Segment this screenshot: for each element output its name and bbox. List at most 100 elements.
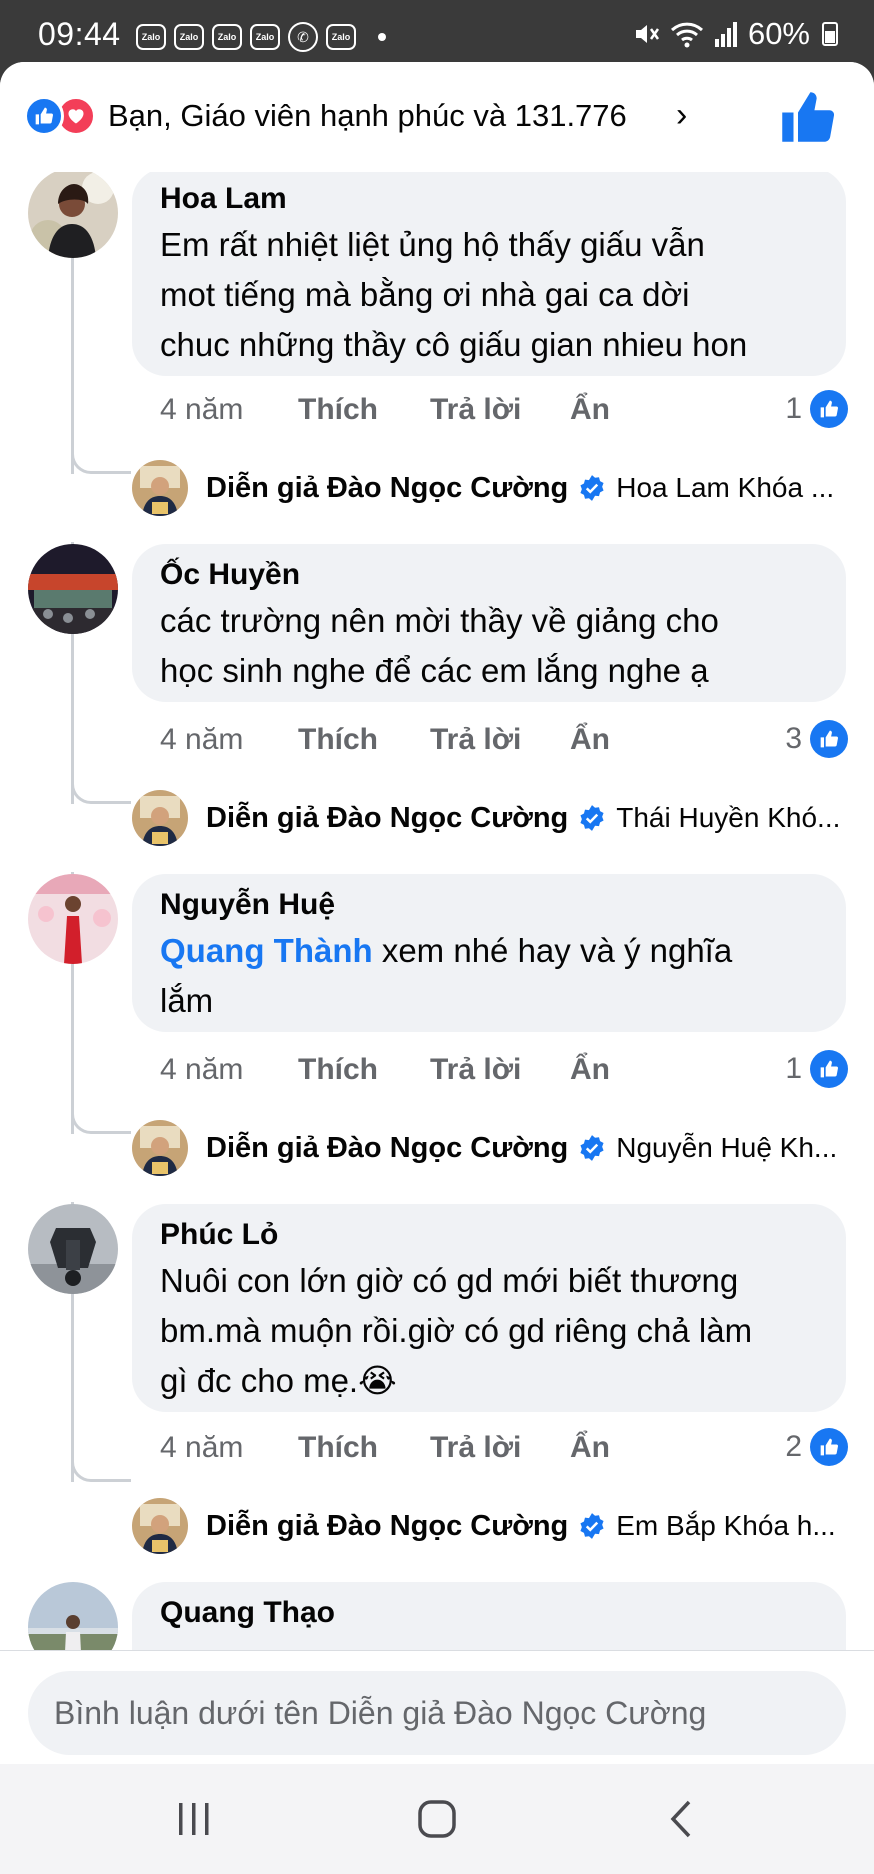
reply-preview-text: Thái Huyền Khó... xyxy=(616,802,841,833)
avatar[interactable] xyxy=(132,1120,188,1176)
like-button[interactable]: Thích xyxy=(298,723,430,757)
reaction-count-number: 2 xyxy=(785,1430,802,1463)
like-icon[interactable] xyxy=(780,90,834,144)
battery-icon xyxy=(822,22,838,46)
thread-connector xyxy=(71,448,131,474)
comment-line: Em rất nhiệt liệt ủng hộ thấy giấu vẫn xyxy=(160,226,705,263)
reply-preview-row[interactable]: Diễn giả Đào Ngọc Cường Hoa Lam Khóa ... xyxy=(132,460,852,516)
comment-author[interactable]: Hoa Lam xyxy=(160,180,818,218)
like-button[interactable]: Thích xyxy=(298,1053,430,1087)
reply-button[interactable]: Trả lời xyxy=(430,1431,570,1465)
comment-time: 4 năm xyxy=(160,1431,244,1464)
comment-time: 4 năm xyxy=(160,393,244,426)
reply-preview-text: Nguyễn Huệ Kh... xyxy=(616,1132,838,1163)
comment-bubble[interactable]: Phúc Lỏ Nuôi con lớn giờ có gd mới biết … xyxy=(132,1204,846,1412)
comment-author[interactable]: Nguyễn Huệ xyxy=(160,886,818,924)
avatar[interactable] xyxy=(132,460,188,516)
reaction-count[interactable]: 2 xyxy=(785,1428,848,1466)
wifi-icon xyxy=(670,22,703,48)
back-icon[interactable] xyxy=(652,1794,712,1844)
verified-badge-icon xyxy=(580,1513,604,1539)
avatar[interactable] xyxy=(132,790,188,846)
comment-author[interactable]: Phúc Lỏ xyxy=(160,1216,818,1254)
comment-author[interactable]: Quang Thạo xyxy=(160,1594,818,1632)
signal-icon xyxy=(714,22,737,47)
hide-button[interactable]: Ẩn xyxy=(570,1053,610,1087)
viber-icon: ✆ xyxy=(288,22,318,52)
reply-author[interactable]: Diễn giả Đào Ngọc Cường xyxy=(206,802,568,835)
zalo-icon: Zalo xyxy=(326,24,356,50)
avatar[interactable] xyxy=(28,874,118,964)
reactions-text: Bạn, Giáo viên hạnh phúc và 131.776 xyxy=(108,98,627,133)
reply-preview-row[interactable]: Diễn giả Đào Ngọc Cường Nguyễn Huệ Kh... xyxy=(132,1120,852,1176)
avatar[interactable] xyxy=(132,1498,188,1554)
avatar[interactable] xyxy=(28,544,118,634)
like-icon xyxy=(24,96,64,136)
like-icon xyxy=(810,390,848,428)
comment-actions: 4 năm Thích Trả lời Ẩn 1 xyxy=(160,390,850,430)
comment-time: 4 năm xyxy=(160,723,244,756)
thread-connector xyxy=(71,1108,131,1134)
home-icon[interactable] xyxy=(407,1794,467,1844)
zalo-icon: Zalo xyxy=(250,24,280,50)
reply-preview-row[interactable]: Diễn giả Đào Ngọc Cường Em Bắp Khóa h... xyxy=(132,1498,852,1554)
comment-line: chuc những thầy cô giấu gian nhieu hon xyxy=(160,326,748,363)
more-notifications-dot xyxy=(378,33,386,41)
battery-percent: 60% xyxy=(747,16,810,51)
comment-line: Quang Thành xem nhé hay và ý nghĩa xyxy=(160,926,818,976)
like-icon xyxy=(810,1050,848,1088)
mute-icon xyxy=(635,25,659,43)
recent-apps-icon[interactable] xyxy=(164,1794,224,1844)
avatar[interactable] xyxy=(28,1204,118,1294)
zalo-icon: Zalo xyxy=(212,24,242,50)
like-button[interactable]: Thích xyxy=(298,393,430,427)
comment-composer xyxy=(0,1650,874,1764)
reply-author[interactable]: Diễn giả Đào Ngọc Cường xyxy=(206,1510,568,1543)
comment-time: 4 năm xyxy=(160,1053,244,1086)
status-bar: 09:44 Zalo Zalo Zalo Zalo ✆ Zalo 60% xyxy=(0,0,874,62)
like-icon xyxy=(810,720,848,758)
status-time: 09:44 xyxy=(38,16,121,52)
comment-actions: 4 năm Thích Trả lời Ẩn 1 xyxy=(160,1050,850,1090)
reply-author[interactable]: Diễn giả Đào Ngọc Cường xyxy=(206,1132,568,1165)
comment-bubble[interactable]: Nguyễn Huệ Quang Thành xem nhé hay và ý … xyxy=(132,874,846,1032)
avatar[interactable] xyxy=(28,168,118,258)
comment-author[interactable]: Ốc Huyền xyxy=(160,556,818,594)
reaction-count[interactable]: 1 xyxy=(785,390,848,428)
zalo-icon: Zalo xyxy=(136,24,166,50)
reply-preview-text: Hoa Lam Khóa ... xyxy=(616,472,835,503)
comment-line-text: xem nhé hay và ý nghĩa xyxy=(372,932,733,969)
reply-preview-row[interactable]: Diễn giả Đào Ngọc Cường Thái Huyền Khó..… xyxy=(132,790,852,846)
comment-text: Quang Thành xem nhé hay và ý nghĩa lắm xyxy=(160,926,818,1026)
comments-sheet: Bạn, Giáo viên hạnh phúc và 131.776 › Ho… xyxy=(0,62,874,1764)
comment-input[interactable] xyxy=(28,1671,846,1755)
hide-button[interactable]: Ẩn xyxy=(570,393,610,427)
reply-button[interactable]: Trả lời xyxy=(430,393,570,427)
notification-icons: Zalo Zalo Zalo Zalo ✆ Zalo xyxy=(136,22,386,52)
comment-line: các trường nên mời thầy về giảng cho xyxy=(160,602,719,639)
comment-bubble[interactable]: Ốc Huyền các trường nên mời thầy về giản… xyxy=(132,544,846,702)
reaction-count-number: 3 xyxy=(785,722,802,755)
verified-badge-icon xyxy=(580,1135,604,1161)
reactions-summary[interactable]: Bạn, Giáo viên hạnh phúc và 131.776 › xyxy=(0,62,874,172)
comment-text: Nuôi con lớn giờ có gd mới biết thương b… xyxy=(160,1256,818,1406)
comment-bubble[interactable]: Hoa Lam Em rất nhiệt liệt ủng hộ thấy gi… xyxy=(132,168,846,376)
chevron-right-icon: › xyxy=(676,96,688,134)
reply-author[interactable]: Diễn giả Đào Ngọc Cường xyxy=(206,472,568,505)
comment-line: Nuôi con lớn giờ có gd mới biết thương xyxy=(160,1262,739,1299)
comment-text: Em rất nhiệt liệt ủng hộ thấy giấu vẫn m… xyxy=(160,220,818,370)
comment-text: các trường nên mời thầy về giảng cho học… xyxy=(160,596,818,696)
reply-button[interactable]: Trả lời xyxy=(430,723,570,757)
hide-button[interactable]: Ẩn xyxy=(570,723,610,757)
mention-link[interactable]: Quang Thành xyxy=(160,932,373,969)
system-navigation-bar xyxy=(0,1764,874,1874)
reply-button[interactable]: Trả lời xyxy=(430,1053,570,1087)
reaction-count[interactable]: 1 xyxy=(785,1050,848,1088)
hide-button[interactable]: Ẩn xyxy=(570,1431,610,1465)
comment-actions: 4 năm Thích Trả lời Ẩn 2 xyxy=(160,1428,850,1468)
like-button[interactable]: Thích xyxy=(298,1431,430,1465)
thread-connector xyxy=(71,1456,131,1482)
verified-badge-icon xyxy=(580,805,604,831)
comment-line: mot tiếng mà bằng ơi nhà gai ca dời xyxy=(160,276,690,313)
reaction-count[interactable]: 3 xyxy=(785,720,848,758)
